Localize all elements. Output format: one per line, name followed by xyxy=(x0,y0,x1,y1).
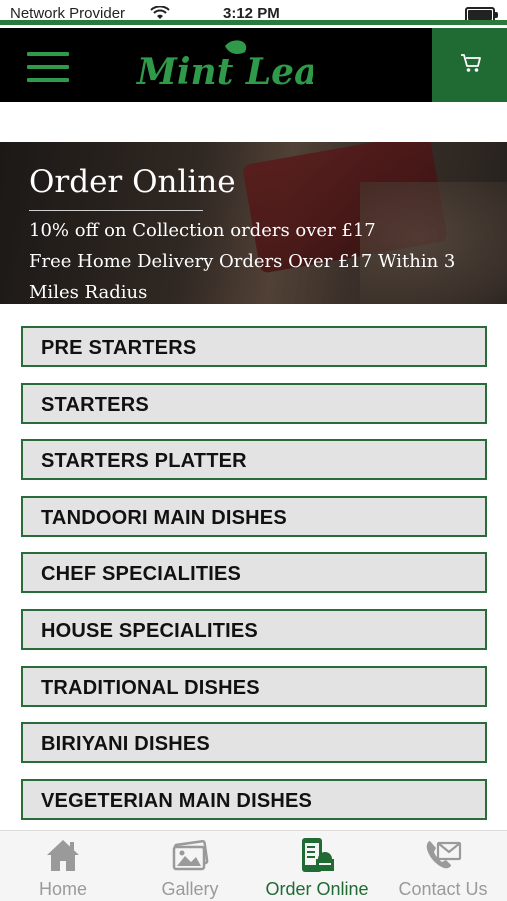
category-label: BIRIYANI DISHES xyxy=(41,733,210,756)
tab-label: Contact Us xyxy=(398,879,488,899)
logo: Mint Leaf xyxy=(133,38,338,94)
banner-divider xyxy=(29,210,203,211)
tab-label: Order Online xyxy=(265,879,369,899)
category-vegeterian-main-dishes[interactable]: VEGETERIAN MAIN DISHES xyxy=(21,778,487,820)
tab-home[interactable]: Home xyxy=(0,831,126,901)
banner-offer-delivery: Free Home Delivery Orders Over £17 Withi… xyxy=(29,251,456,303)
category-label: CHEF SPECIALITIES xyxy=(41,563,242,586)
banner-title: Order Online xyxy=(29,164,236,200)
category-starters[interactable]: STARTERS xyxy=(21,382,487,424)
category-list: PRE STARTERS STARTERS STARTERS PLATTER T… xyxy=(21,326,487,835)
category-label: HOUSE SPECIALITIES xyxy=(41,619,258,642)
category-pre-starters[interactable]: PRE STARTERS xyxy=(21,326,487,367)
tab-contact-us[interactable]: Contact Us xyxy=(380,831,506,901)
category-tandoori-main-dishes[interactable]: TANDOORI MAIN DISHES xyxy=(21,495,487,537)
app-header: Mint Leaf xyxy=(0,28,507,102)
svg-text:Mint Leaf: Mint Leaf xyxy=(135,51,313,93)
tab-label: Home xyxy=(38,879,87,899)
category-traditional-dishes[interactable]: TRADITIONAL DISHES xyxy=(21,665,487,707)
hamburger-icon xyxy=(27,52,69,56)
category-label: TRADITIONAL DISHES xyxy=(41,676,260,699)
category-label: TANDOORI MAIN DISHES xyxy=(41,506,287,529)
category-label: PRE STARTERS xyxy=(41,337,197,359)
tab-gallery[interactable]: Gallery xyxy=(127,831,253,901)
home-icon xyxy=(47,840,79,871)
header-spacer xyxy=(0,102,507,142)
category-chef-specialities[interactable]: CHEF SPECIALITIES xyxy=(21,552,487,594)
category-house-specialities[interactable]: HOUSE SPECIALITIES xyxy=(21,608,487,650)
banner-offer-collection: 10% off on Collection orders over £17 xyxy=(29,220,376,241)
order-online-banner: Order Online 10% off on Collection order… xyxy=(0,142,507,304)
cart-button[interactable] xyxy=(432,28,507,102)
category-label: VEGETERIAN MAIN DISHES xyxy=(41,789,313,812)
bottom-tab-bar: Home Gallery Order Online Contact Us xyxy=(0,830,507,901)
contact-icon xyxy=(426,841,462,869)
tab-order-online[interactable]: Order Online xyxy=(254,831,380,901)
cart-icon xyxy=(461,54,481,72)
category-starters-platter[interactable]: STARTERS PLATTER xyxy=(21,439,487,481)
tab-label: Gallery xyxy=(161,879,219,899)
order-online-icon xyxy=(302,838,334,872)
category-label: STARTERS xyxy=(41,393,149,416)
category-label: STARTERS PLATTER xyxy=(41,450,247,473)
category-biriyani-dishes[interactable]: BIRIYANI DISHES xyxy=(21,722,487,764)
menu-button[interactable] xyxy=(27,52,69,82)
header-accent-line xyxy=(0,20,507,25)
gallery-icon xyxy=(172,840,209,871)
